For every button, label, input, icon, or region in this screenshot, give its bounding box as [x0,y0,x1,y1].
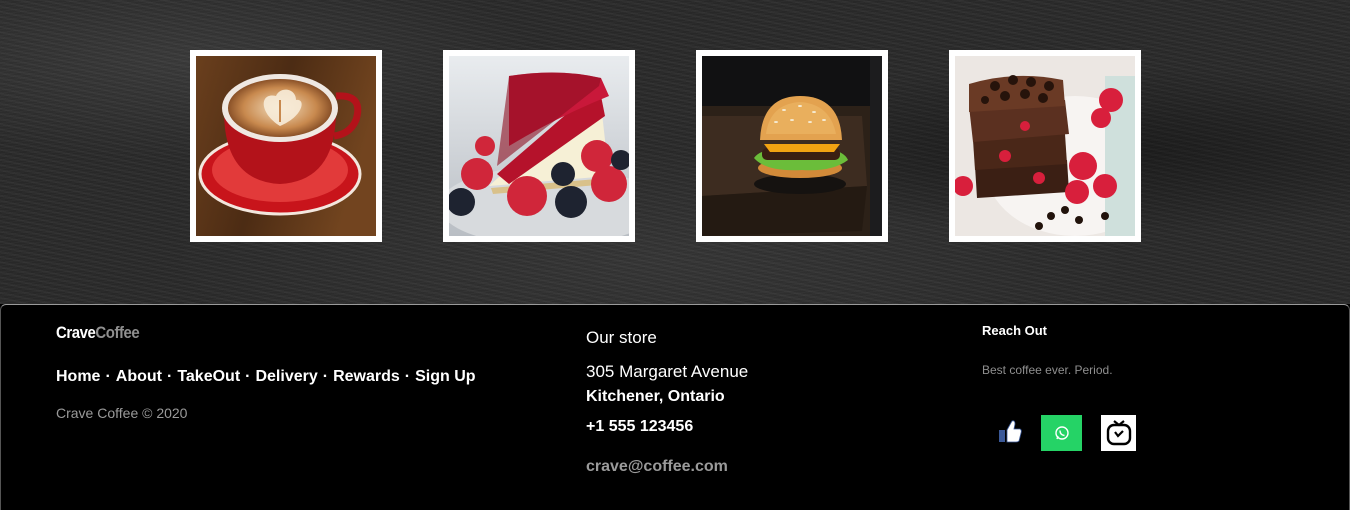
gallery-photo-latte[interactable] [190,50,382,242]
gallery-photo-cheesecake[interactable] [443,50,635,242]
igtv-icon [1106,420,1131,446]
site-footer: CraveCoffee Home · About · TakeOut · Delivery ·… [0,304,1350,510]
nav-link-sign-up[interactable]: Sign Up [415,368,475,385]
facebook-like-icon [999,420,1022,443]
igtv-button[interactable] [1101,415,1136,451]
nav-separator: · [105,368,111,385]
brand-name-secondary: Coffee [95,323,140,342]
store-heading: Our store [586,328,657,347]
store-phone[interactable]: +1 555 123456 [586,418,693,436]
gallery-photo-brownies[interactable] [949,50,1141,242]
cheesecake-image [449,56,629,236]
whatsapp-icon [1054,426,1069,440]
store-address-line1: 305 Margaret Avenue [586,362,749,381]
burger-image [702,56,882,236]
nav-link-about[interactable]: About [116,368,162,385]
gallery-photo-burger[interactable] [696,50,888,242]
latte-image [196,56,376,236]
food-gallery [0,0,1350,304]
nav-link-rewards[interactable]: Rewards [333,368,400,385]
store-address-line2: Kitchener, Ontario [586,388,725,405]
reach-out-tagline: Best coffee ever. Period. [982,363,1113,377]
nav-link-delivery[interactable]: Delivery [255,368,317,385]
nav-separator: · [322,368,329,385]
brand-name-primary: Crave [56,323,96,342]
footer-nav: Home · About · TakeOut · Delivery · Rewards · Sign… [56,368,476,386]
nav-separator: · [245,368,251,385]
brownies-image [955,56,1135,236]
whatsapp-button[interactable] [1041,415,1082,451]
store-email-link[interactable]: crave@coffee.com [586,458,728,476]
nav-separator: · [166,368,173,385]
facebook-like-button[interactable] [995,415,1025,447]
nav-link-takeout[interactable]: TakeOut [177,368,240,385]
brand-logo[interactable]: CraveCoffee [56,323,140,343]
copyright-text: Crave Coffee © 2020 [56,405,188,421]
nav-link-home[interactable]: Home [56,368,100,385]
reach-out-heading: Reach Out [982,323,1048,338]
nav-separator: · [404,368,411,385]
